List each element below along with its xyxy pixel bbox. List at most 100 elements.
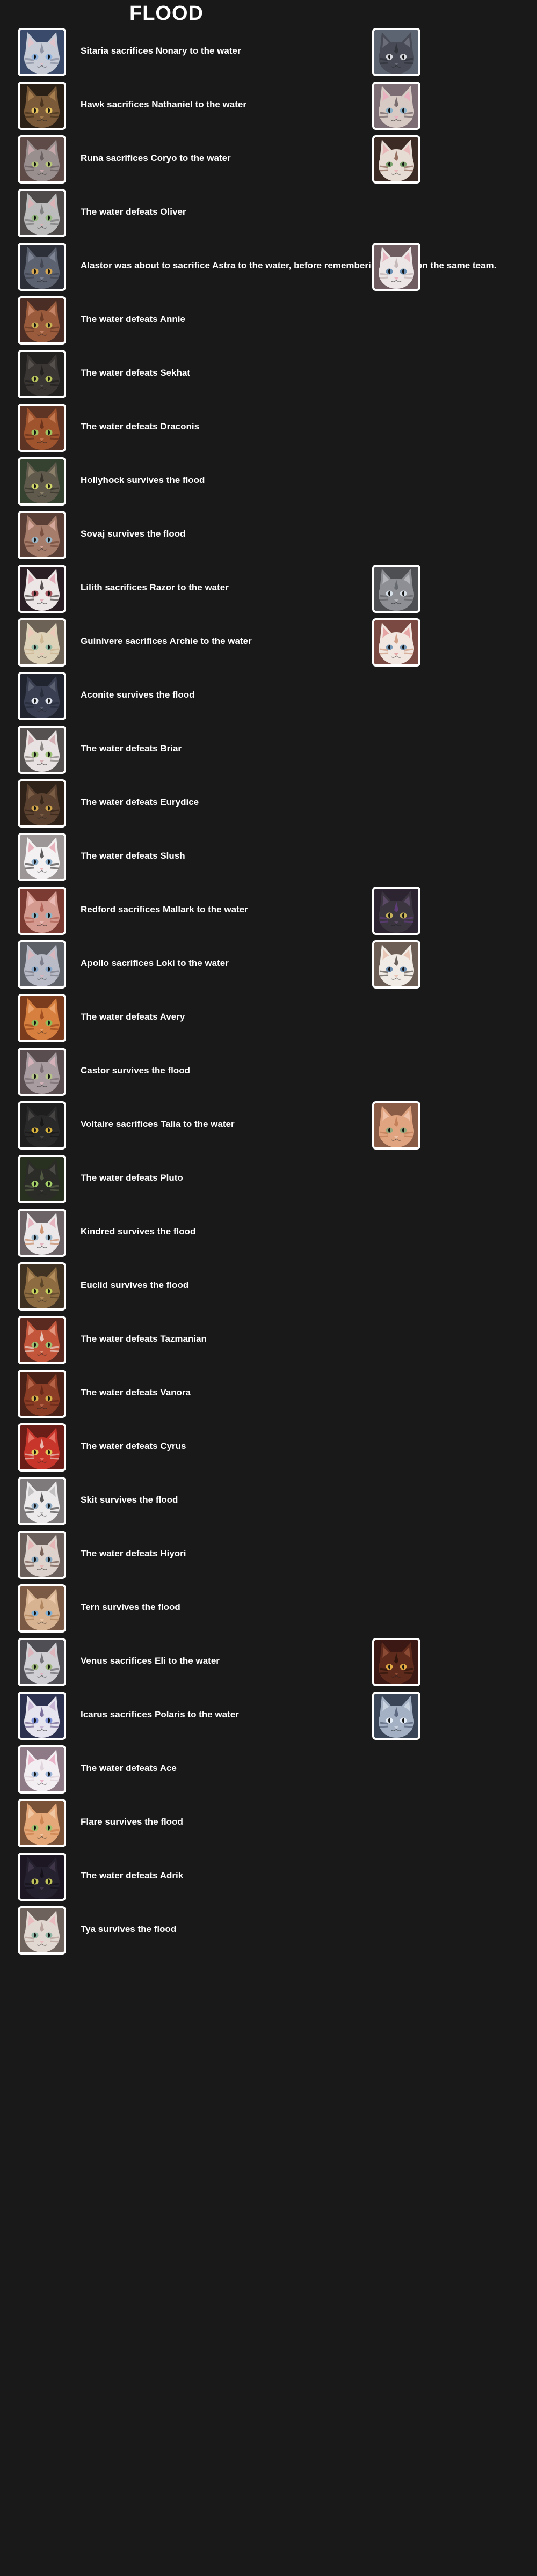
event-text: Flare survives the flood xyxy=(81,1817,183,1827)
event-text: The water defeats Adrik xyxy=(81,1870,184,1880)
event-row: The water defeats Vanora xyxy=(0,1368,537,1422)
event-text: Skit survives the flood xyxy=(81,1495,178,1505)
event-text: Euclid survives the flood xyxy=(81,1280,189,1290)
cat-portrait-icon xyxy=(372,243,420,291)
cat-portrait-icon xyxy=(372,1638,420,1686)
cat-portrait-icon xyxy=(372,135,420,184)
event-row: Icarus sacrifices Polaris to the water xyxy=(0,1690,537,1744)
cat-portrait-icon xyxy=(372,1101,420,1150)
event-text: Tya survives the flood xyxy=(81,1924,177,1934)
event-row: Guinivere sacrifices Archie to the water xyxy=(0,617,537,671)
event-row: Redford sacrifices Mallark to the water xyxy=(0,885,537,939)
cat-portrait-icon xyxy=(18,296,66,345)
cat-portrait-icon xyxy=(372,887,420,935)
event-text: Icarus sacrifices Polaris to the water xyxy=(81,1709,239,1719)
event-row: The water defeats Slush xyxy=(0,832,537,885)
cat-portrait-icon xyxy=(18,1745,66,1794)
event-row: The water defeats Annie xyxy=(0,295,537,349)
cat-portrait-icon xyxy=(372,28,420,76)
event-row: Runa sacrifices Coryo to the water xyxy=(0,134,537,188)
event-row: The water defeats Hiyori xyxy=(0,1529,537,1583)
cat-portrait-icon xyxy=(372,618,420,667)
page-title: FLOOD xyxy=(129,2,204,25)
event-row: The water defeats Avery xyxy=(0,993,537,1046)
cat-portrait-icon xyxy=(372,940,420,989)
cat-portrait-icon xyxy=(18,1692,66,1740)
cat-portrait-icon xyxy=(18,404,66,452)
cat-portrait-icon xyxy=(18,1853,66,1901)
event-text: The water defeats Pluto xyxy=(81,1173,183,1183)
cat-portrait-icon xyxy=(18,189,66,237)
event-row: Sovaj survives the flood xyxy=(0,510,537,564)
cat-portrait-icon xyxy=(18,726,66,774)
cat-portrait-icon xyxy=(18,350,66,398)
event-row: Lilith sacrifices Razor to the water xyxy=(0,564,537,617)
event-text: Hollyhock survives the flood xyxy=(81,475,205,485)
event-text: Sovaj survives the flood xyxy=(81,529,186,539)
event-row: The water defeats Cyrus xyxy=(0,1422,537,1476)
cat-portrait-icon xyxy=(18,1477,66,1525)
cat-portrait-icon xyxy=(18,833,66,881)
cat-portrait-icon xyxy=(18,779,66,828)
event-row: Tya survives the flood xyxy=(0,1905,537,1959)
cat-portrait-icon xyxy=(18,1799,66,1847)
event-row: Hollyhock survives the flood xyxy=(0,456,537,510)
event-row: Sitaria sacrifices Nonary to the water xyxy=(0,27,537,80)
event-row: Castor survives the flood xyxy=(0,1046,537,1100)
event-row: Apollo sacrifices Loki to the water xyxy=(0,939,537,993)
event-text: Lilith sacrifices Razor to the water xyxy=(81,582,229,592)
cat-portrait-icon xyxy=(18,940,66,989)
cat-portrait-icon xyxy=(18,1906,66,1955)
event-text: The water defeats Eurydice xyxy=(81,797,199,807)
event-text: The water defeats Oliver xyxy=(81,207,186,217)
event-text: Aconite survives the flood xyxy=(81,690,195,700)
cat-portrait-icon xyxy=(18,1531,66,1579)
event-text: Runa sacrifices Coryo to the water xyxy=(81,153,231,163)
event-row: The water defeats Pluto xyxy=(0,1154,537,1208)
cat-portrait-icon xyxy=(18,1155,66,1203)
cat-portrait-icon xyxy=(18,511,66,559)
event-text: Sitaria sacrifices Nonary to the water xyxy=(81,46,241,56)
event-row: Alastor was about to sacrifice Astra to … xyxy=(0,241,537,295)
event-text: Hawk sacrifices Nathaniel to the water xyxy=(81,99,246,109)
cat-portrait-icon xyxy=(18,1423,66,1472)
cat-portrait-icon xyxy=(18,1101,66,1150)
cat-portrait-icon xyxy=(18,135,66,184)
event-row: The water defeats Eurydice xyxy=(0,778,537,832)
event-text: Kindred survives the flood xyxy=(81,1226,196,1236)
event-row: Voltaire sacrifices Talia to the water xyxy=(0,1100,537,1154)
event-text: Tern survives the flood xyxy=(81,1602,180,1612)
event-text: Voltaire sacrifices Talia to the water xyxy=(81,1119,235,1129)
cat-portrait-icon xyxy=(18,1048,66,1096)
event-row: Euclid survives the flood xyxy=(0,1261,537,1315)
cat-portrait-icon xyxy=(18,1262,66,1311)
cat-portrait-icon xyxy=(18,1584,66,1633)
event-text: Apollo sacrifices Loki to the water xyxy=(81,958,229,968)
event-text: The water defeats Slush xyxy=(81,851,185,861)
event-text: Guinivere sacrifices Archie to the water xyxy=(81,636,252,646)
event-row: The water defeats Briar xyxy=(0,724,537,778)
event-row: The water defeats Sekhat xyxy=(0,349,537,402)
event-row: The water defeats Adrik xyxy=(0,1851,537,1905)
event-text: The water defeats Avery xyxy=(81,1012,185,1022)
event-row: Aconite survives the flood xyxy=(0,671,537,724)
cat-portrait-icon xyxy=(18,82,66,130)
event-list: Sitaria sacrifices Nonary to the water H… xyxy=(0,27,537,1959)
event-text: The water defeats Hiyori xyxy=(81,1548,186,1558)
event-row: The water defeats Draconis xyxy=(0,402,537,456)
cat-portrait-icon xyxy=(18,565,66,613)
event-text: The water defeats Vanora xyxy=(81,1387,191,1397)
cat-portrait-icon xyxy=(18,1370,66,1418)
cat-portrait-icon xyxy=(18,28,66,76)
event-row: Tern survives the flood xyxy=(0,1583,537,1637)
event-text: Castor survives the flood xyxy=(81,1065,191,1075)
event-text: The water defeats Briar xyxy=(81,743,182,753)
event-text: The water defeats Annie xyxy=(81,314,185,324)
cat-portrait-icon xyxy=(18,1638,66,1686)
event-text: Venus sacrifices Eli to the water xyxy=(81,1656,220,1666)
event-text: Alastor was about to sacrifice Astra to … xyxy=(81,260,497,270)
cat-portrait-icon xyxy=(18,618,66,667)
event-row: Skit survives the flood xyxy=(0,1476,537,1529)
event-row: Hawk sacrifices Nathaniel to the water xyxy=(0,80,537,134)
cat-portrait-icon xyxy=(18,672,66,720)
